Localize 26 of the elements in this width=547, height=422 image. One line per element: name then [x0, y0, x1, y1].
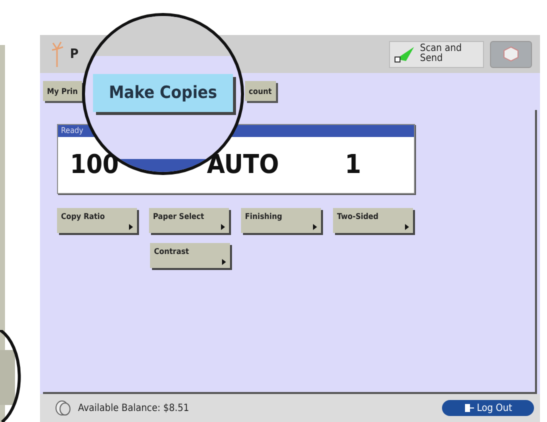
triangle-icon: [129, 224, 133, 230]
setting-button[interactable]: Paper Select: [149, 208, 229, 233]
screen-title: P: [70, 46, 80, 62]
setting-button[interactable]: Contrast: [150, 243, 230, 268]
balance-text: Available Balance: $8.51: [78, 402, 190, 414]
make-copies-tab[interactable]: Make Copies: [93, 74, 233, 112]
exit-icon: [464, 403, 474, 413]
triangle-icon: [313, 224, 317, 230]
setting-button[interactable]: Two-Sided: [333, 208, 413, 233]
paper-value: AUTO: [206, 150, 280, 180]
ratio-value: 100: [70, 150, 119, 180]
cube-icon: [503, 46, 519, 62]
copies-value: 1: [344, 150, 362, 180]
setting-button[interactable]: Copy Ratio: [57, 208, 137, 233]
triangle-icon: [222, 259, 226, 265]
triangle-icon: [405, 224, 409, 230]
coins-icon: [54, 399, 72, 417]
triangle-icon: [221, 224, 225, 230]
scan-and-send-button[interactable]: Scan and Send: [389, 40, 484, 68]
log-out-button[interactable]: Log Out: [442, 400, 534, 416]
tab[interactable]: My Prin: [43, 81, 82, 101]
paper-plane-icon: [394, 45, 416, 63]
setting-button[interactable]: Finishing: [241, 208, 321, 233]
tab[interactable]: count: [244, 81, 276, 101]
cube-button[interactable]: [490, 40, 532, 68]
lamp-icon: [52, 41, 64, 67]
